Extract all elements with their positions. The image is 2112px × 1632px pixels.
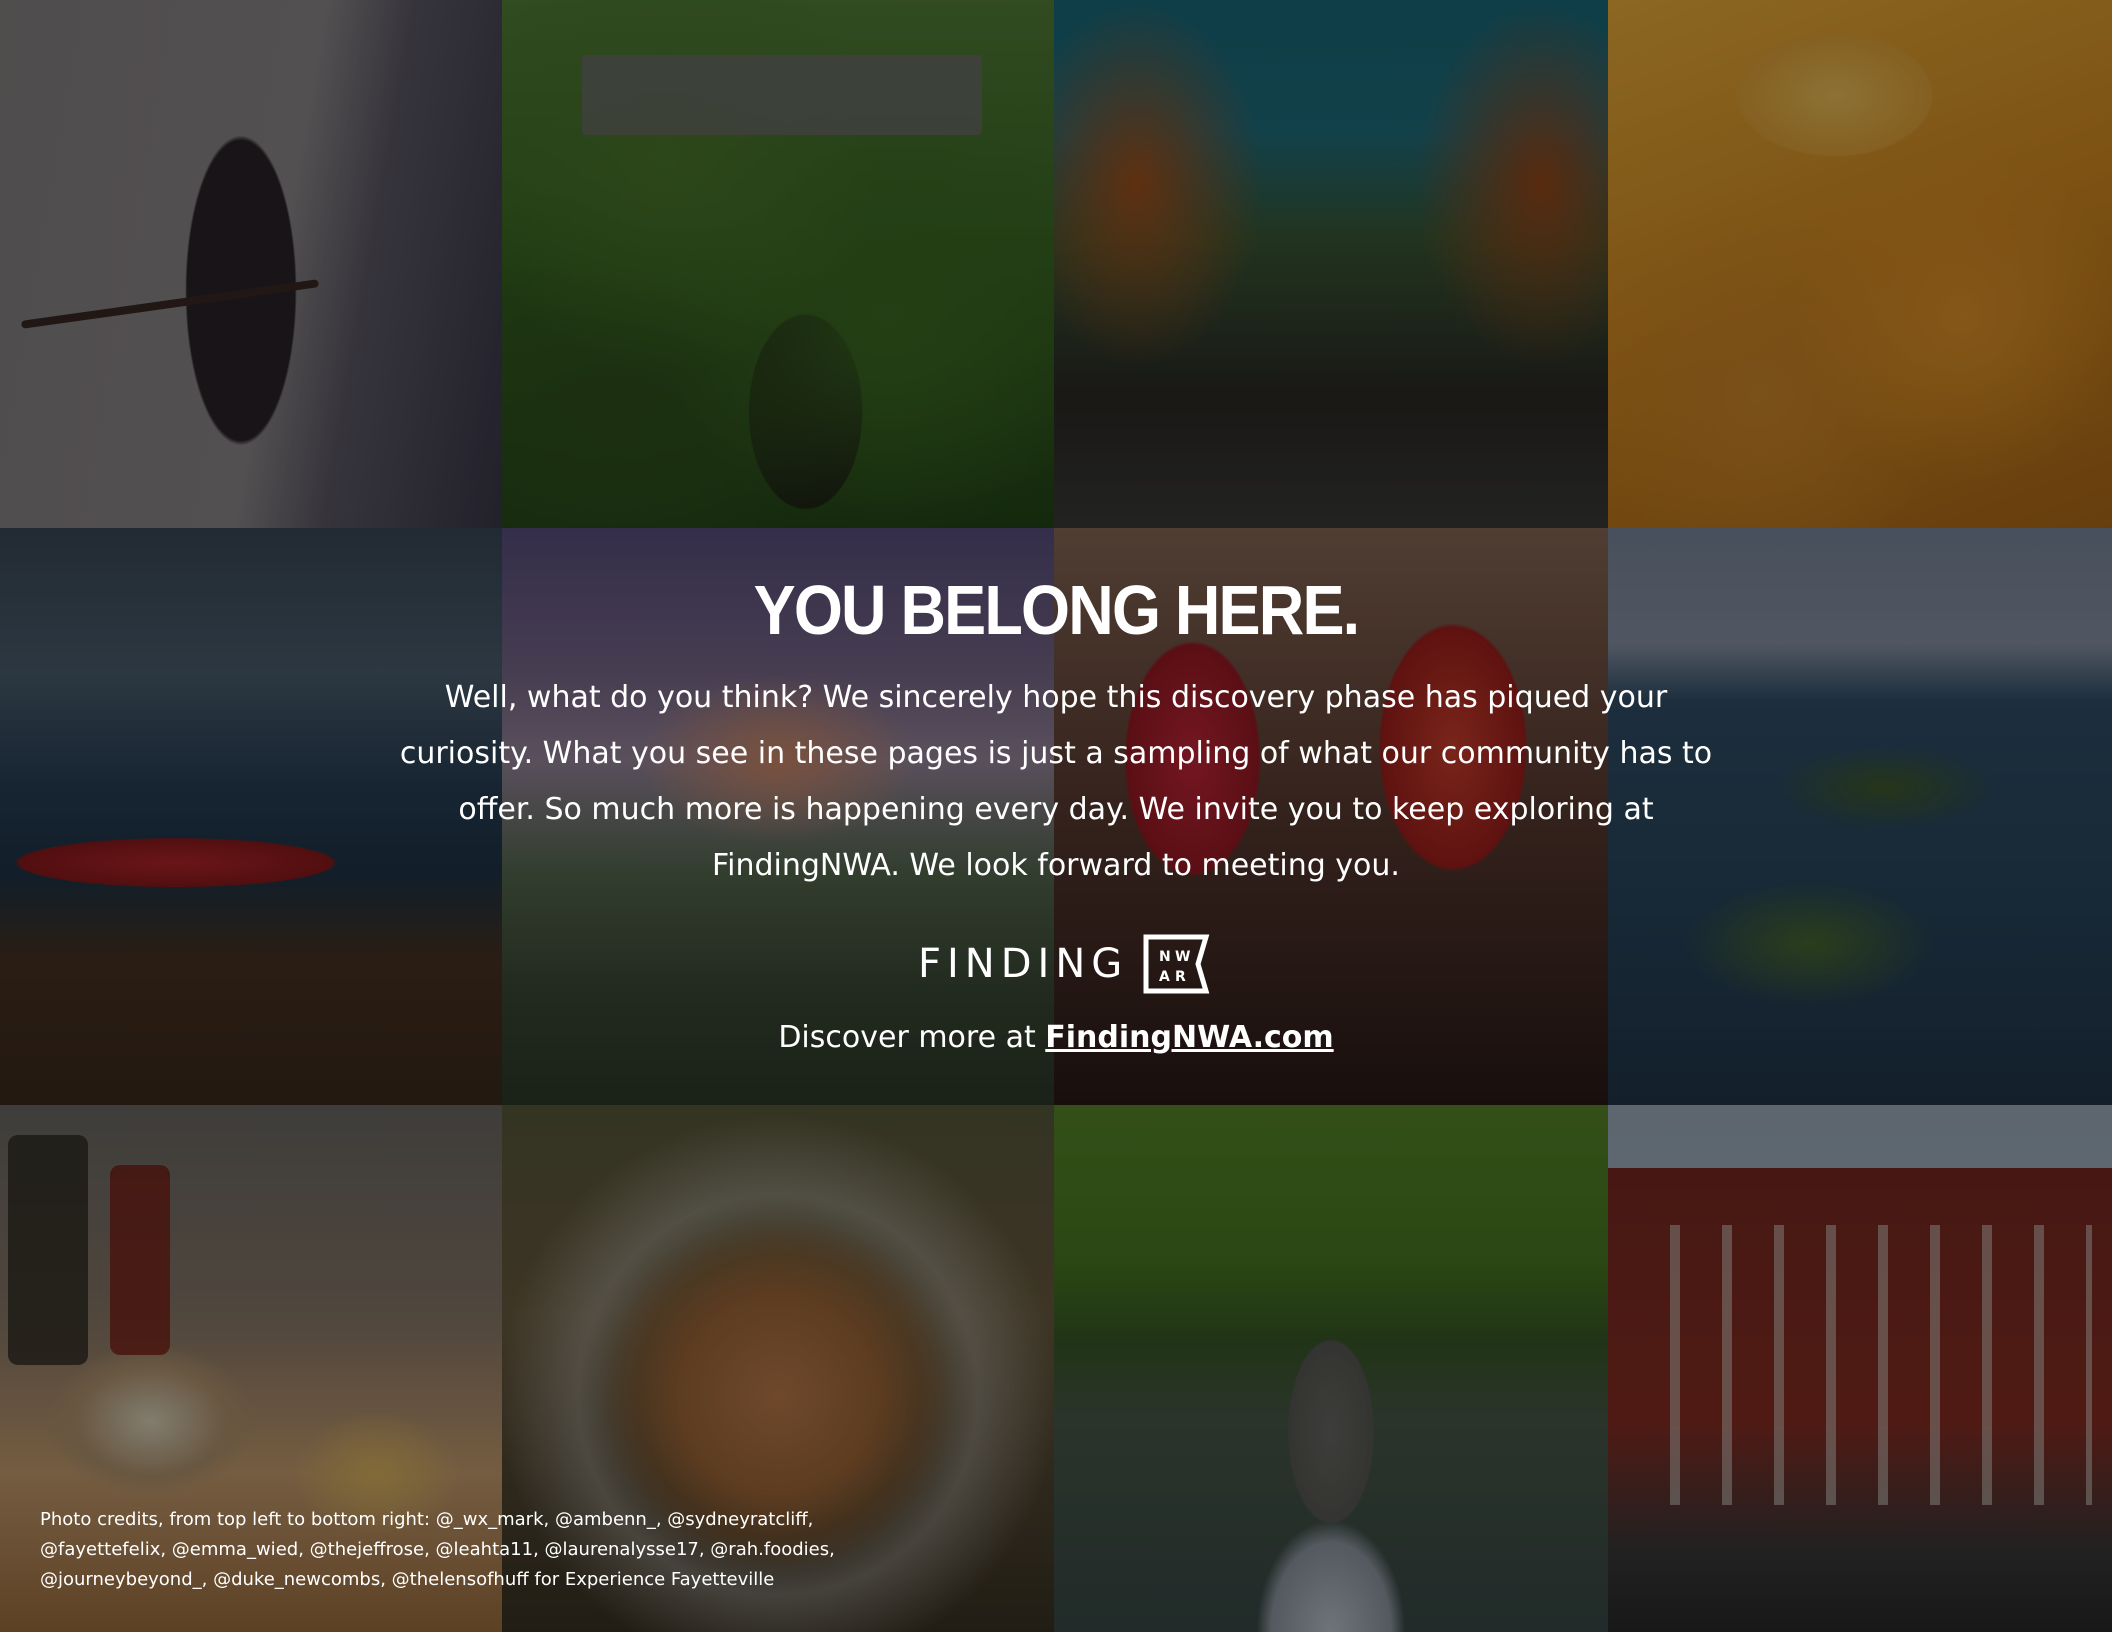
logo-wordmark: FINDING xyxy=(918,941,1129,987)
findingnwa-link[interactable]: FindingNWA.com xyxy=(1045,1020,1333,1055)
body-text: Well, what do you think? We sincerely ho… xyxy=(399,680,1713,883)
photo-autumn-street xyxy=(1054,0,1608,528)
headline: YOU BELONG HERE. xyxy=(753,571,1361,649)
photo-credits: Photo credits, from top left to bottom r… xyxy=(40,1509,835,1590)
badge-letter-a: A xyxy=(1159,969,1170,985)
discover-prefix: Discover more at xyxy=(778,1020,1046,1055)
photo-ivy-bakery xyxy=(502,0,1054,528)
finding-nwa-logo: FINDING N W A R xyxy=(918,933,1210,995)
photo-food-dish xyxy=(1608,0,2112,528)
discover-line: Discover more at FindingNWA.com xyxy=(0,1020,2112,1055)
badge-letter-n: N xyxy=(1159,949,1171,965)
nwar-badge-icon: N W A R xyxy=(1143,934,1210,994)
photo-owl-mural xyxy=(0,0,502,528)
photo-dog-canoe xyxy=(1054,1105,1608,1632)
badge-letter-w: W xyxy=(1175,949,1190,965)
photo-brick-building xyxy=(1608,1105,2112,1632)
badge-letter-r: R xyxy=(1175,969,1186,985)
